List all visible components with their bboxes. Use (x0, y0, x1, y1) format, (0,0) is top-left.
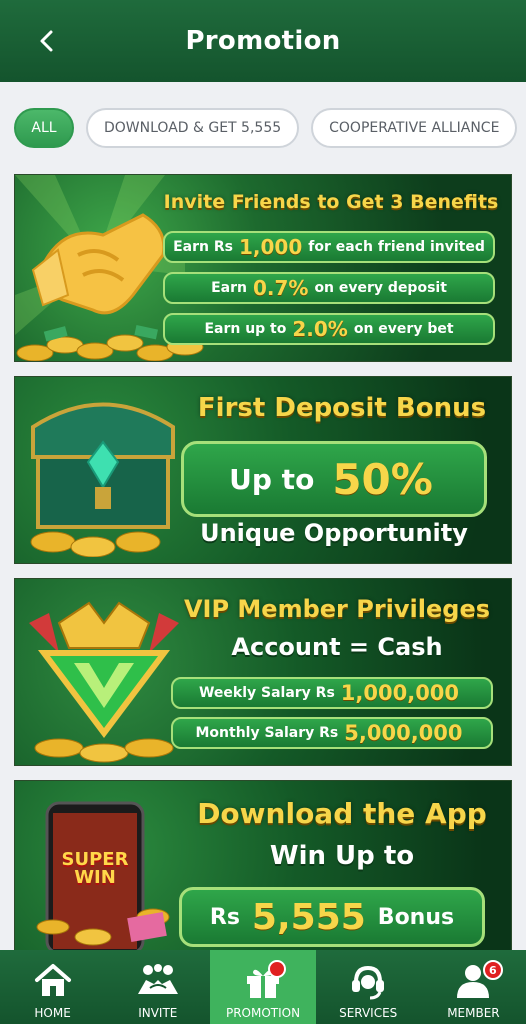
benefit-3-suffix: on every bet (353, 321, 454, 337)
monthly-salary-value: 5,000,000 (344, 721, 463, 745)
invite-friends-banner[interactable]: Invite Friends to Get 3 Benefits Earn Rs… (14, 174, 512, 362)
deposit-offer-value: 50% (332, 454, 433, 504)
first-deposit-banner[interactable]: First Deposit Bonus Up to 50% Unique Opp… (14, 376, 512, 564)
nav-member[interactable]: 6 MEMBER (421, 950, 526, 1024)
filter-chips: ALL DOWNLOAD & GET 5,555 COOPERATIVE ALL… (0, 108, 526, 150)
bonus-label: Bonus (377, 904, 455, 930)
weekly-salary-label: Weekly Salary Rs (198, 685, 335, 701)
chevron-left-icon (40, 30, 53, 52)
vip-emblem-icon (29, 601, 179, 763)
deposit-offer-pill: Up to 50% (181, 441, 487, 517)
invite-benefit-3: Earn up to 2.0% on every bet (163, 313, 495, 345)
nav-invite[interactable]: INVITE (105, 950, 210, 1024)
bottom-navigation: HOME INVITE PROMOTION SERVICES 6 MEMBER (0, 950, 526, 1024)
app-header: Promotion (0, 0, 526, 82)
download-bonus-pill: Rs 5,555 Bonus (179, 887, 485, 947)
benefit-3-prefix: Earn up to (204, 321, 287, 337)
invite-benefit-2: Earn 0.7% on every deposit (163, 272, 495, 304)
bonus-value: 5,555 (251, 896, 366, 938)
download-title: Download the App (197, 797, 487, 830)
home-icon (30, 960, 76, 1002)
member-badge: 6 (482, 960, 503, 980)
benefit-1-prefix: Earn Rs (173, 239, 233, 255)
phone-text-line2: WIN (74, 867, 116, 888)
nav-services[interactable]: SERVICES (316, 950, 421, 1024)
deposit-subtitle: Unique Opportunity (200, 519, 468, 547)
nav-member-label: MEMBER (447, 1006, 500, 1020)
benefit-2-suffix: on every deposit (314, 280, 447, 296)
nav-promotion[interactable]: PROMOTION (210, 950, 316, 1024)
page-title: Promotion (185, 26, 341, 56)
filter-chip-download[interactable]: DOWNLOAD & GET 5,555 (86, 108, 300, 148)
nav-home[interactable]: HOME (0, 950, 105, 1024)
deposit-title: First Deposit Bonus (197, 393, 487, 423)
nav-home-label: HOME (34, 1006, 71, 1020)
invite-benefit-1: Earn Rs 1,000 for each friend invited (163, 231, 495, 263)
back-button[interactable] (30, 24, 64, 58)
invite-title: Invite Friends to Get 3 Benefits (163, 191, 499, 213)
benefit-3-value: 2.0% (292, 317, 348, 341)
nav-promotion-label: PROMOTION (225, 1006, 301, 1020)
filter-chip-cooperative[interactable]: COOPERATIVE ALLIANCE (311, 108, 518, 148)
nav-invite-label: INVITE (138, 1006, 178, 1020)
vip-monthly-salary: Monthly Salary Rs 5,000,000 (171, 717, 493, 749)
invite-icon (135, 960, 181, 1002)
benefit-2-value: 0.7% (252, 276, 309, 300)
benefit-1-suffix: for each friend invited (308, 239, 485, 255)
benefit-2-prefix: Earn (211, 280, 247, 296)
benefit-1-value: 1,000 (238, 235, 303, 259)
download-app-banner[interactable]: SUPER WIN Download the App Win Up to Rs … (14, 780, 512, 952)
bonus-currency: Rs (209, 904, 240, 930)
filter-chip-all[interactable]: ALL (14, 108, 74, 148)
vip-weekly-salary: Weekly Salary Rs 1,000,000 (171, 677, 493, 709)
deposit-offer-prefix: Up to (229, 462, 315, 496)
headset-icon (345, 960, 391, 1002)
nav-services-label: SERVICES (339, 1006, 398, 1020)
weekly-salary-value: 1,000,000 (340, 681, 460, 705)
promotion-screen: Promotion ALL DOWNLOAD & GET 5,555 COOPE… (0, 0, 526, 1024)
vip-privileges-banner[interactable]: VIP Member Privileges Account = Cash Wee… (14, 578, 512, 766)
vip-subtitle: Account = Cash (231, 633, 443, 661)
monthly-salary-label: Monthly Salary Rs (195, 725, 339, 741)
treasure-chest-icon (30, 402, 175, 557)
download-subtitle: Win Up to (269, 841, 415, 871)
phone-screen-text: SUPER WIN (57, 851, 133, 887)
vip-title: VIP Member Privileges (183, 595, 491, 623)
